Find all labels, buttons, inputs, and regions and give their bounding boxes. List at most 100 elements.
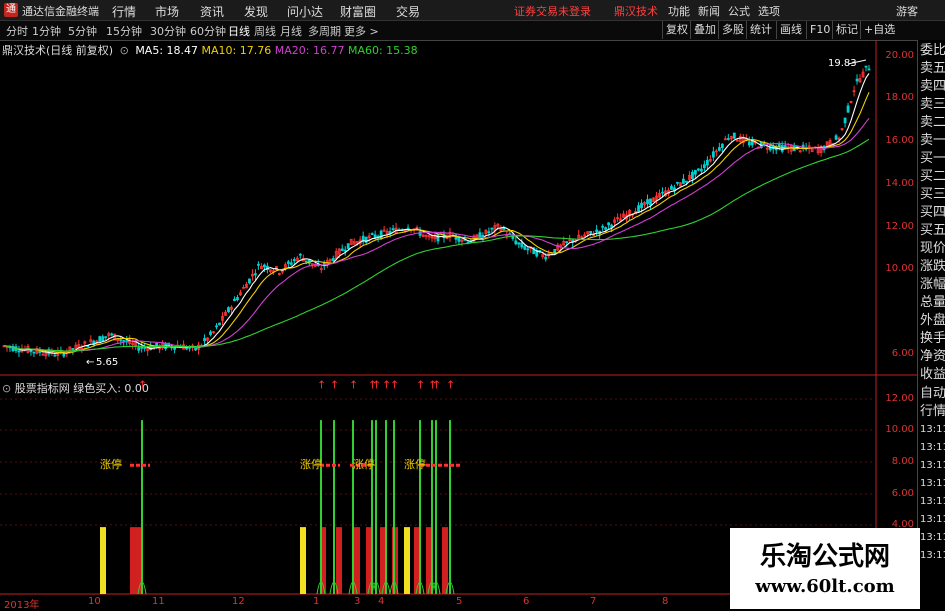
mark-button[interactable]: 标记 — [832, 21, 861, 39]
candle-body — [649, 198, 652, 206]
add-watchlist-button[interactable]: +自选 — [860, 21, 898, 39]
side-label[interactable]: 外盘 — [920, 312, 945, 330]
side-label[interactable]: 净资 — [920, 348, 945, 366]
multi-stock-button[interactable]: 多股 — [718, 21, 747, 39]
side-label[interactable]: 收益 — [920, 366, 945, 384]
x-tick: 5 — [456, 596, 463, 607]
tab-daily[interactable]: 日线 — [228, 23, 250, 39]
side-label[interactable]: 委比 — [920, 42, 945, 60]
app-logo-icon: 通 — [4, 3, 18, 17]
limit-up-label: 涨停 — [100, 458, 122, 471]
side-label[interactable]: 换手 — [920, 330, 945, 348]
low-arrow-icon: ← — [86, 357, 95, 368]
menu-item-trade[interactable]: 交易 — [396, 3, 420, 20]
menu-item-formula[interactable]: 公式 — [728, 3, 750, 19]
draw-line-button[interactable]: 画线 — [776, 21, 805, 39]
tab-15min[interactable]: 15分钟 — [106, 23, 142, 39]
menu-bar: 通 通达信金融终端 行情 市场 资讯 发现 问小达 财富圈 交易 证券交易未登录… — [0, 0, 945, 21]
candle-body — [373, 234, 377, 239]
buy-arrow-icon: ↑ — [432, 378, 441, 391]
candle-body — [304, 260, 308, 263]
candle-body — [640, 202, 643, 209]
y-tick: 10.00 — [885, 263, 914, 274]
side-label[interactable]: 卖二 — [920, 114, 945, 132]
side-label[interactable]: 现价 — [920, 240, 945, 258]
candle-body — [346, 243, 350, 249]
candle-body — [699, 168, 703, 172]
tab-5min[interactable]: 5分钟 — [68, 23, 97, 39]
side-label[interactable]: 涨跌 — [920, 258, 945, 276]
menu-item-news[interactable]: 资讯 — [200, 3, 224, 20]
ma5-line — [3, 73, 870, 355]
menu-item-function[interactable]: 功能 — [668, 3, 690, 19]
restore-button[interactable]: 复权 — [662, 21, 691, 39]
candle-body — [17, 350, 21, 353]
menu-item-discover[interactable]: 发现 — [244, 3, 268, 20]
candle-body — [98, 336, 102, 342]
tab-1min[interactable]: 1分钟 — [32, 23, 61, 39]
menu-item-quotes[interactable]: 行情 — [112, 3, 136, 20]
f10-button[interactable]: F10 — [806, 21, 833, 39]
limit-up-label: 涨停 — [404, 458, 426, 471]
candle-body — [490, 227, 494, 230]
chart-canvas[interactable]: ↑ ↑ ↑ ↑ ↑↑ ↑↑ ↑ ↑↑ ↑ — [0, 40, 917, 609]
candle-body — [637, 205, 640, 213]
tab-more[interactable]: 更多 > — [344, 23, 379, 39]
tick-time: 13:11 — [920, 532, 945, 543]
candle-body — [646, 199, 649, 205]
candle-body — [670, 185, 673, 190]
side-label[interactable]: 买二 — [920, 168, 945, 186]
candle-body — [514, 240, 518, 245]
buy-arrow-icon: ↑ — [446, 378, 455, 391]
statistics-button[interactable]: 统计 — [746, 21, 775, 39]
tab-intraday[interactable]: 分时 — [6, 23, 28, 39]
candle-body — [565, 241, 569, 243]
side-label[interactable]: 卖一 — [920, 132, 945, 150]
side-label[interactable]: 买一 — [920, 150, 945, 168]
tab-monthly[interactable]: 月线 — [280, 23, 302, 39]
menu-item-options[interactable]: 选项 — [758, 3, 780, 19]
menu-item-ask[interactable]: 问小达 — [287, 3, 323, 20]
tick-time: 13:11 — [920, 442, 945, 453]
buy-arrow-icon: ↑ — [390, 378, 399, 391]
indicator-bar — [300, 527, 306, 594]
side-label[interactable]: 买三 — [920, 186, 945, 204]
guest-button[interactable]: 游客 — [896, 3, 918, 19]
candle-body — [119, 339, 123, 342]
tab-weekly[interactable]: 周线 — [254, 23, 276, 39]
candle-body — [697, 168, 700, 171]
side-label[interactable]: 自动 — [920, 385, 945, 403]
candle-body — [717, 147, 721, 151]
tick-time: 13:11 — [920, 424, 945, 435]
login-status[interactable]: 证券交易未登录 — [514, 3, 591, 19]
limit-up-label: 涨停 — [353, 458, 375, 471]
side-label[interactable]: 买五 — [920, 222, 945, 240]
candle-body — [553, 248, 557, 254]
tab-multi-period[interactable]: 多周期 — [308, 23, 341, 39]
side-label[interactable]: 买四 — [920, 204, 945, 222]
candle-body — [340, 248, 344, 252]
candle-body — [137, 347, 141, 351]
tab-60min[interactable]: 60分钟 — [190, 23, 226, 39]
candle-body — [702, 164, 706, 169]
side-label[interactable]: 行情 — [920, 403, 945, 421]
side-label[interactable]: 卖五 — [920, 60, 945, 78]
y-tick: 14.00 — [885, 178, 914, 189]
candle-body — [343, 249, 347, 252]
tick-time: 13:11 — [920, 460, 945, 471]
menu-item-wealth[interactable]: 财富圈 — [340, 3, 376, 20]
side-label[interactable]: 卖四 — [920, 78, 945, 96]
side-label[interactable]: 涨幅 — [920, 276, 945, 294]
x-tick: 10 — [88, 596, 101, 607]
buy-arrow-icon: ↑ — [349, 378, 358, 391]
indicator-bar — [130, 527, 136, 594]
candle-body — [209, 331, 212, 335]
overlay-button[interactable]: 叠加 — [690, 21, 719, 39]
side-label[interactable]: 卖三 — [920, 96, 945, 114]
tab-30min[interactable]: 30分钟 — [150, 23, 186, 39]
y-tick: 12.00 — [885, 393, 914, 404]
y-tick: 8.00 — [891, 456, 914, 467]
side-label[interactable]: 总量 — [920, 294, 945, 312]
menu-item-newsfeed[interactable]: 新闻 — [698, 3, 720, 19]
menu-item-market[interactable]: 市场 — [155, 3, 179, 20]
